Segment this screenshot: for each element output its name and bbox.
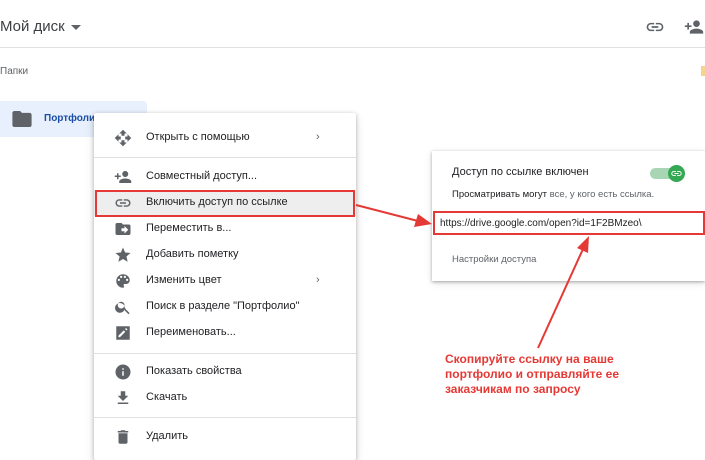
star-icon xyxy=(115,247,131,262)
menu-item-label: Поиск в разделе "Портфолио" xyxy=(146,300,300,312)
link-icon[interactable] xyxy=(644,17,666,37)
menu-item-search-in-folder[interactable]: Поиск в разделе "Портфолио" xyxy=(94,294,356,320)
menu-item-download[interactable]: Скачать xyxy=(94,385,356,411)
menu-item-label: Показать свойства xyxy=(146,365,242,377)
trash-icon xyxy=(117,430,129,444)
chevron-down-icon[interactable] xyxy=(71,25,81,30)
edit-icon xyxy=(116,326,130,340)
menu-item-move[interactable]: Переместить в... xyxy=(94,216,356,242)
info-icon xyxy=(115,364,131,380)
menu-item-label: Удалить xyxy=(146,430,188,442)
link-toggle-knob-icon[interactable] xyxy=(668,165,685,182)
top-bar: Мой диск xyxy=(0,0,705,48)
subtitle-prefix: Просматривать могут xyxy=(452,189,548,200)
folders-section-label: Папки xyxy=(0,66,29,77)
menu-item-rename[interactable]: Переименовать... xyxy=(94,320,356,346)
link-sharing-subtitle: Просматривать могут все, у кого есть ссы… xyxy=(452,189,654,200)
annotation-line: портфолио и отправляйте ее xyxy=(445,367,619,381)
highlight-box-link xyxy=(433,211,705,235)
annotation-note: Скопируйте ссылку на ваше портфолио и от… xyxy=(445,352,665,397)
menu-item-change-color[interactable]: Изменить цвет › xyxy=(94,268,356,294)
context-menu: Открыть с помощью › Совместный доступ...… xyxy=(94,113,356,460)
open-with-icon xyxy=(114,129,132,147)
divider xyxy=(94,353,356,354)
folder-move-icon xyxy=(115,223,131,235)
menu-item-delete[interactable]: Удалить xyxy=(94,424,356,450)
folder-name[interactable]: Портфолио xyxy=(44,113,101,124)
person-add-icon xyxy=(114,171,132,183)
menu-item-label: Добавить пометку xyxy=(146,248,239,260)
person-add-icon[interactable] xyxy=(683,17,705,37)
subtitle-audience: все, у кого есть ссылка. xyxy=(549,189,655,200)
menu-item-share[interactable]: Совместный доступ... xyxy=(94,164,356,190)
menu-item-star[interactable]: Добавить пометку xyxy=(94,242,356,268)
sharing-settings-link[interactable]: Настройки доступа xyxy=(452,254,536,265)
palette-icon xyxy=(116,274,130,288)
edge-strip xyxy=(701,66,705,76)
menu-item-label: Переименовать... xyxy=(146,326,236,338)
arrow-head-icon xyxy=(414,214,432,227)
menu-item-label: Переместить в... xyxy=(146,222,232,234)
menu-item-label: Открыть с помощью xyxy=(146,131,250,143)
divider xyxy=(94,417,356,418)
chevron-right-icon: › xyxy=(316,131,320,143)
annotation-line: Скопируйте ссылку на ваше xyxy=(445,352,614,366)
link-sharing-title: Доступ по ссылке включен xyxy=(452,166,589,178)
folder-icon xyxy=(12,111,32,127)
annotation-line: заказчикам по запросу xyxy=(445,382,581,396)
search-icon xyxy=(115,301,130,315)
arrow-to-link-line xyxy=(355,204,419,222)
divider xyxy=(94,157,356,158)
menu-item-label: Изменить цвет xyxy=(146,274,222,286)
menu-item-label: Совместный доступ... xyxy=(146,170,258,182)
chevron-right-icon: › xyxy=(316,274,320,286)
highlight-box-menu-item xyxy=(95,190,355,217)
menu-item-open-with[interactable]: Открыть с помощью › xyxy=(94,125,356,151)
menu-item-details[interactable]: Показать свойства xyxy=(94,359,356,385)
menu-item-label: Скачать xyxy=(146,391,188,403)
download-icon xyxy=(117,391,129,404)
page-title[interactable]: Мой диск xyxy=(0,18,65,35)
